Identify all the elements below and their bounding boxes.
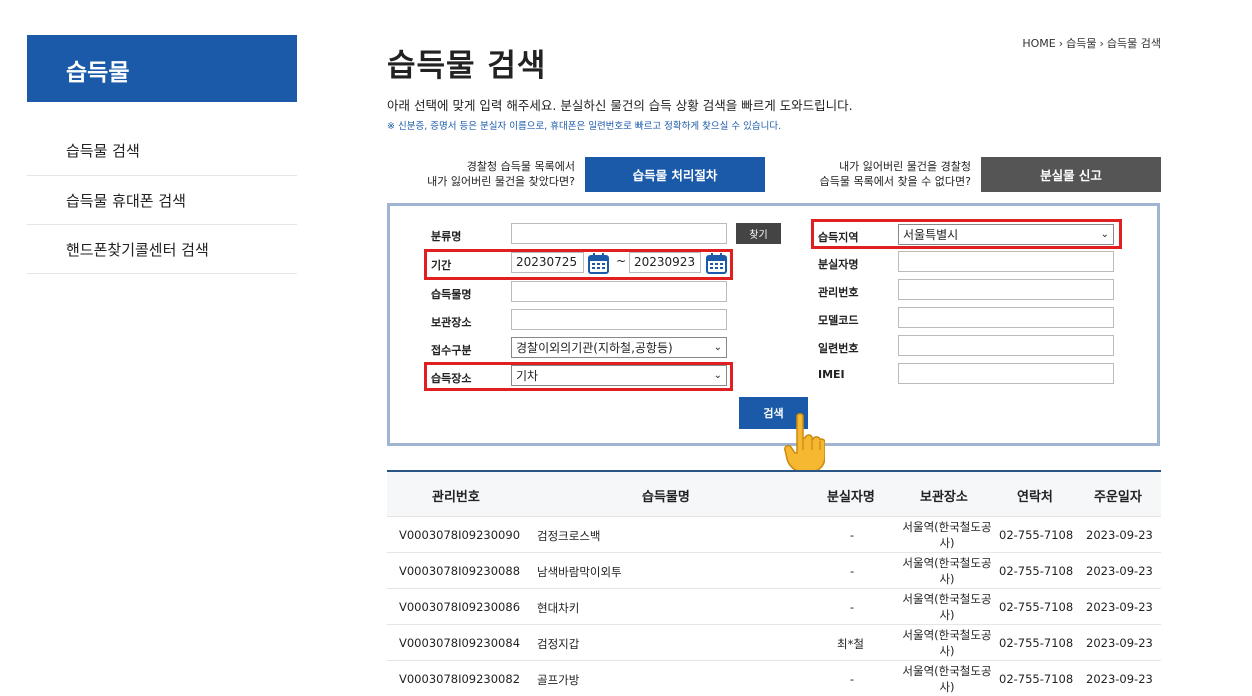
report-lost-button[interactable]: 분실물 신고 xyxy=(981,157,1161,192)
cell-manage-no[interactable]: V0003078I09230088 xyxy=(399,564,520,578)
serial-no-input[interactable] xyxy=(898,335,1114,356)
page-note: ※ 신분증, 증명서 등은 분실자 이름으로, 휴대폰은 일련번호로 빠르고 정… xyxy=(387,121,782,132)
receipt-type-select[interactable]: 경찰이외의기관(지하철,공항등) ⌄ xyxy=(511,337,727,358)
cell-date: 2023-09-23 xyxy=(1086,528,1153,542)
cell-manage-no[interactable]: V0003078I09230082 xyxy=(399,672,520,686)
cell-date: 2023-09-23 xyxy=(1086,636,1153,650)
sidebar-item-phone-search[interactable]: 습득물 휴대폰 검색 xyxy=(27,176,297,225)
report-hint-line1: 내가 잃어버린 물건을 경찰청 xyxy=(839,160,971,173)
cell-loser-name: - xyxy=(850,564,855,578)
sidebar-item-lost-search[interactable]: 습득물 검색 xyxy=(27,126,297,176)
cell-date: 2023-09-23 xyxy=(1086,600,1153,614)
receipt-type-value: 경찰이외의기관(지하철,공항등) xyxy=(516,341,673,355)
manage-no-input[interactable] xyxy=(898,279,1114,300)
th-item-name: 습득물명 xyxy=(642,490,690,505)
cell-phone: 02-755-7108 xyxy=(999,672,1074,686)
sidebar-menu: 습득물 검색 습득물 휴대폰 검색 핸드폰찾기콜센터 검색 xyxy=(27,126,297,274)
breadcrumb-home[interactable]: HOME xyxy=(1022,37,1055,50)
cell-item-name[interactable]: 현대차키 xyxy=(537,600,579,616)
th-date: 주운일자 xyxy=(1094,490,1142,505)
cell-manage-no[interactable]: V0003078I09230086 xyxy=(399,600,520,614)
find-category-button[interactable]: 찾기 xyxy=(736,223,781,244)
cell-storage: 서울역(한국철도공사) xyxy=(902,664,992,694)
table-row[interactable]: V0003078I09230088 남색바람막이외투 - 서울역(한국철도공사)… xyxy=(387,553,1161,589)
imei-input[interactable] xyxy=(898,363,1114,384)
th-storage: 보관장소 xyxy=(920,490,968,505)
th-manage-no: 관리번호 xyxy=(432,490,480,505)
cell-phone: 02-755-7108 xyxy=(999,600,1074,614)
cell-storage: 서울역(한국철도공사) xyxy=(902,520,992,550)
cell-phone: 02-755-7108 xyxy=(999,636,1074,650)
pointing-hand-icon xyxy=(784,413,825,473)
chevron-right-icon: › xyxy=(1058,37,1064,50)
procedure-hint-line1: 경찰청 습득물 목록에서 xyxy=(466,160,575,173)
cell-loser-name: - xyxy=(850,600,855,614)
receipt-type-label: 접수구분 xyxy=(431,344,472,357)
item-name-label: 습득물명 xyxy=(431,288,472,301)
model-code-label: 모델코드 xyxy=(818,314,859,327)
loser-name-label: 분실자명 xyxy=(818,258,859,271)
procedure-button[interactable]: 습득물 처리절차 xyxy=(585,157,765,192)
cell-phone: 02-755-7108 xyxy=(999,528,1074,542)
cell-storage: 서울역(한국철도공사) xyxy=(902,556,992,586)
sidebar-title: 습득물 xyxy=(27,35,297,102)
report-hint-line2: 습득물 목록에서 찾을 수 없다면? xyxy=(819,175,971,188)
table-row[interactable]: V0003078I09230086 현대차키 - 서울역(한국철도공사) 02-… xyxy=(387,589,1161,625)
breadcrumb-current: 습득물 검색 xyxy=(1106,37,1161,50)
th-loser-name: 분실자명 xyxy=(827,490,875,505)
cell-loser-name: - xyxy=(850,672,855,686)
serial-no-label: 일련번호 xyxy=(818,342,859,355)
sidebar-item-call-center[interactable]: 핸드폰찾기콜센터 검색 xyxy=(27,225,297,274)
cell-item-name[interactable]: 남색바람막이외투 xyxy=(537,564,622,580)
cell-phone: 02-755-7108 xyxy=(999,564,1074,578)
cell-loser-name: - xyxy=(850,528,855,542)
cell-manage-no[interactable]: V0003078I09230084 xyxy=(399,636,520,650)
cell-date: 2023-09-23 xyxy=(1086,672,1153,686)
table-row[interactable]: V0003078I09230084 검정지갑 최*철 서울역(한국철도공사) 0… xyxy=(387,625,1161,661)
chevron-down-icon: ⌄ xyxy=(713,342,722,353)
table-row[interactable]: V0003078I09230082 골프가방 - 서울역(한국철도공사) 02-… xyxy=(387,661,1161,696)
report-hint: 내가 잃어버린 물건을 경찰청 습득물 목록에서 찾을 수 없다면? xyxy=(780,159,971,189)
cell-date: 2023-09-23 xyxy=(1086,564,1153,578)
category-label: 분류명 xyxy=(431,230,462,243)
th-phone: 연락처 xyxy=(1017,490,1053,505)
cell-item-name[interactable]: 검정지갑 xyxy=(537,636,579,652)
found-place-highlight xyxy=(424,362,733,391)
region-highlight xyxy=(811,219,1122,249)
imei-label: IMEI xyxy=(818,368,845,381)
category-input[interactable] xyxy=(511,223,727,244)
period-highlight xyxy=(424,249,733,280)
storage-label: 보관장소 xyxy=(431,316,472,329)
table-row[interactable]: V0003078I09230090 검정크로스백 - 서울역(한국철도공사) 0… xyxy=(387,517,1161,553)
chevron-right-icon: › xyxy=(1099,37,1104,50)
page-description: 아래 선택에 맞게 입력 해주세요. 분실하신 물건의 습득 상황 검색을 빠르… xyxy=(387,98,853,113)
breadcrumb-lost[interactable]: 습득물 xyxy=(1066,37,1096,50)
cell-storage: 서울역(한국철도공사) xyxy=(902,592,992,622)
page-title: 습득물 검색 xyxy=(387,48,547,84)
cell-manage-no[interactable]: V0003078I09230090 xyxy=(399,528,520,542)
procedure-hint-line2: 내가 잃어버린 물건을 찾았다면? xyxy=(427,175,575,188)
item-name-input[interactable] xyxy=(511,281,727,302)
storage-input[interactable] xyxy=(511,309,727,330)
table-header: 관리번호 습득물명 분실자명 보관장소 연락처 주운일자 xyxy=(387,472,1161,517)
cell-item-name[interactable]: 검정크로스백 xyxy=(537,528,600,544)
procedure-hint: 경찰청 습득물 목록에서 내가 잃어버린 물건을 찾았다면? xyxy=(395,159,575,189)
loser-name-input[interactable] xyxy=(898,251,1114,272)
cell-loser-name: 최*철 xyxy=(837,637,864,651)
breadcrumb: HOME › 습득물 › 습득물 검색 xyxy=(1022,35,1161,51)
cell-storage: 서울역(한국철도공사) xyxy=(902,628,992,658)
manage-no-label: 관리번호 xyxy=(818,286,859,299)
cell-item-name[interactable]: 골프가방 xyxy=(537,672,579,688)
model-code-input[interactable] xyxy=(898,307,1114,328)
